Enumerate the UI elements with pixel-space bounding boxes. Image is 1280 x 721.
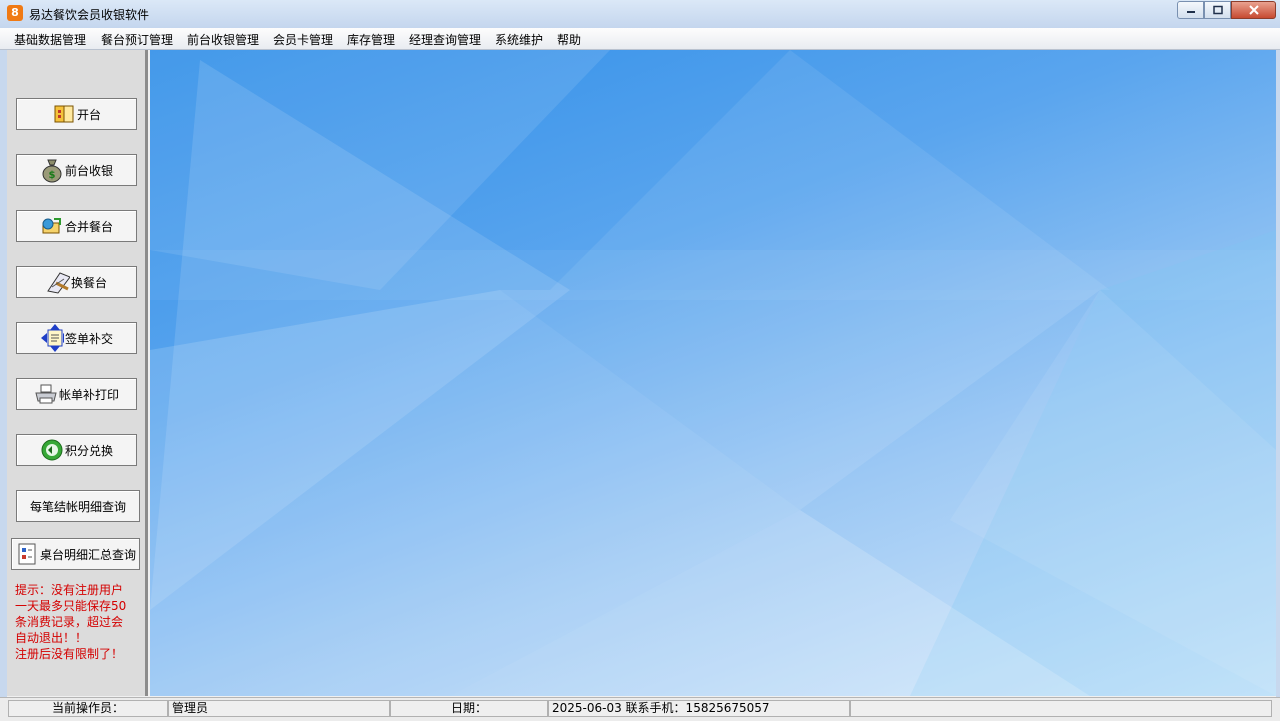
maximize-icon: [1212, 5, 1223, 15]
menu-basic-data[interactable]: 基础数据管理: [13, 31, 87, 48]
points-exchange-label: 积分兑换: [64, 443, 113, 458]
minimize-icon: [1186, 11, 1195, 13]
operator-value: 管理员: [168, 700, 390, 717]
report-icon: [15, 542, 39, 566]
sidebar: 开台 $ 前台收银 合并餐台 换餐台 签单补交 帐单补打印 积分兑换 每笔结帐明…: [7, 50, 148, 696]
table-open-icon: [52, 102, 76, 126]
printer-icon: [34, 382, 58, 406]
date-label: 日期：: [390, 700, 548, 717]
money-bag-icon: $: [40, 158, 64, 183]
menu-bar: 基础数据管理 餐台预订管理 前台收银管理 会员卡管理 库存管理 经理查询管理 系…: [0, 28, 1280, 50]
merge-table-label: 合并餐台: [64, 219, 113, 234]
table-summary-query-label: 桌台明细汇总查询: [39, 547, 136, 562]
change-table-button[interactable]: 换餐台: [16, 266, 137, 298]
reprint-bill-button[interactable]: 帐单补打印: [16, 378, 137, 410]
minimize-button[interactable]: [1177, 1, 1204, 19]
open-table-button[interactable]: 开台: [16, 98, 137, 130]
hint-line: 一天最多只能保存50: [15, 599, 127, 613]
maximize-button[interactable]: [1204, 1, 1231, 19]
operator-label: 当前操作员：: [8, 700, 168, 717]
points-exchange-button[interactable]: 积分兑换: [16, 434, 137, 466]
menu-inventory[interactable]: 库存管理: [346, 31, 396, 48]
window-frame-right: [1276, 28, 1280, 697]
table-summary-query-button[interactable]: 桌台明细汇总查询: [11, 538, 140, 570]
hint-line: 自动退出！！: [15, 631, 88, 645]
open-table-label: 开台: [76, 107, 101, 122]
window-title: 易达餐饮会员收银软件: [29, 8, 150, 22]
change-table-icon: [46, 270, 70, 294]
status-bar: 当前操作员： 管理员 日期： 2025-06-03 联系手机：158256750…: [0, 697, 1280, 721]
checkout-detail-query-label: 每笔结帐明细查询: [29, 499, 126, 514]
front-cashier-button[interactable]: $ 前台收银: [16, 154, 137, 186]
registration-hint: 提示：没有注册用户 一天最多只能保存50 条消费记录，超过会 自动退出！！ 注册…: [15, 582, 143, 662]
status-extra: [850, 700, 1272, 717]
menu-table-reservation[interactable]: 餐台预订管理: [100, 31, 174, 48]
sign-bill-label: 签单补交: [64, 331, 113, 346]
points-exchange-icon: [40, 438, 64, 462]
hint-line: 注册后没有限制了！: [15, 647, 124, 661]
change-table-label: 换餐台: [70, 275, 107, 290]
close-icon: [1248, 5, 1259, 15]
background-pattern: [150, 50, 1276, 696]
main-background: [150, 50, 1276, 696]
menu-manager-query[interactable]: 经理查询管理: [408, 31, 482, 48]
menu-member-card[interactable]: 会员卡管理: [272, 31, 334, 48]
reprint-bill-label: 帐单补打印: [58, 387, 119, 402]
merge-table-button[interactable]: 合并餐台: [16, 210, 137, 242]
sign-bill-icon: [40, 324, 64, 352]
app-icon: 8: [7, 5, 23, 21]
hint-line: 条消费记录，超过会: [15, 615, 124, 629]
title-bar[interactable]: 8 易达餐饮会员收银软件: [0, 0, 1280, 29]
sign-bill-button[interactable]: 签单补交: [16, 322, 137, 354]
menu-system-maintenance[interactable]: 系统维护: [494, 31, 544, 48]
close-button[interactable]: [1231, 1, 1276, 19]
hint-line: 提示：没有注册用户: [15, 583, 124, 597]
checkout-detail-query-button[interactable]: 每笔结帐明细查询: [16, 490, 140, 522]
menu-help[interactable]: 帮助: [556, 31, 582, 48]
window-frame-left: [0, 28, 7, 697]
menu-front-cashier[interactable]: 前台收银管理: [186, 31, 260, 48]
svg-text:$: $: [49, 170, 56, 181]
front-cashier-label: 前台收银: [64, 163, 113, 178]
merge-table-icon: [40, 214, 64, 238]
date-and-phone: 2025-06-03 联系手机：15825675057: [548, 700, 850, 717]
